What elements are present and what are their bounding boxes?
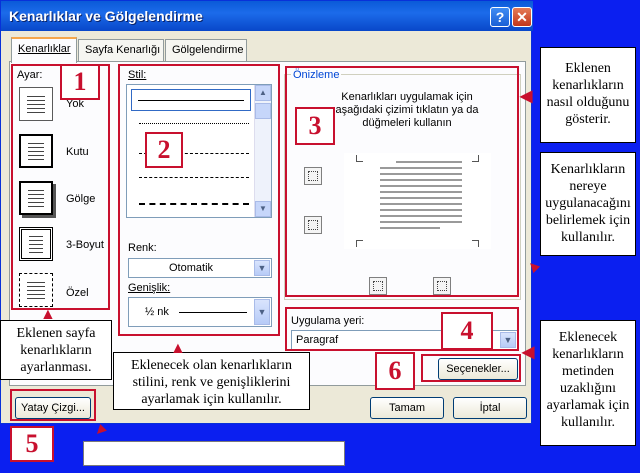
ok-button[interactable]: Tamam (370, 397, 444, 419)
style-highlight (118, 64, 280, 336)
preview-highlight (285, 66, 519, 297)
tab-borders[interactable]: Kenarlıklar (11, 37, 77, 63)
blank-box (83, 441, 345, 466)
arrow-icon: ◀ (520, 88, 533, 105)
note-options: Eklenecek kenarlıkların metinden uzaklığ… (540, 320, 636, 446)
callout-number-4: 4 (441, 312, 493, 350)
callout-number-3: 3 (295, 107, 335, 145)
tab-label: Gölgelendirme (172, 44, 244, 56)
note-preview: Eklenen kenarlıkların nasıl olduğunu gös… (540, 47, 636, 143)
callout-number-2: 2 (145, 132, 183, 168)
arrow-icon: ▲ (170, 340, 186, 357)
arrow-icon: ▲ (40, 306, 56, 323)
note-style: Eklenecek olan kenarlıkların stilini, re… (113, 352, 310, 410)
horizontal-line-highlight (10, 389, 96, 421)
tab-label: Kenarlıklar (18, 43, 71, 55)
tab-shading[interactable]: Gölgelendirme (165, 39, 247, 61)
cancel-button[interactable]: İptal (453, 397, 527, 419)
arrow-icon: ◀ (522, 344, 535, 361)
note-apply: Kenarlıkların nereye uygulanacağını beli… (540, 152, 636, 256)
callout-number-1: 1 (60, 64, 100, 100)
note-setting: Eklenen sayfa kenarlıkların ayarlanması. (0, 320, 112, 380)
callout-number-6: 6 (375, 352, 415, 390)
title-bar[interactable]: Kenarlıklar ve Gölgelendirme ? ✕ (1, 1, 533, 31)
help-button[interactable]: ? (490, 7, 510, 27)
options-highlight (421, 354, 521, 382)
callout-number-5: 5 (10, 426, 54, 462)
window-title: Kenarlıklar ve Gölgelendirme (9, 8, 203, 24)
tab-label: Sayfa Kenarlığı (85, 44, 161, 56)
setting-highlight (11, 64, 110, 310)
close-button[interactable]: ✕ (512, 7, 532, 27)
tab-page-border[interactable]: Sayfa Kenarlığı (78, 39, 164, 61)
